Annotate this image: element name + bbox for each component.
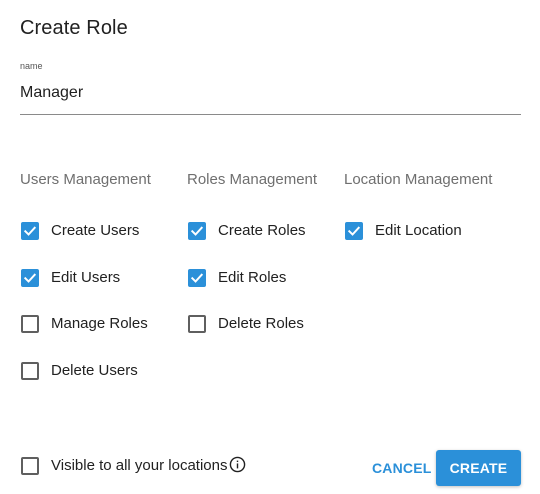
permission-edit-location[interactable]: Edit Location [345,221,462,241]
dialog-title: Create Role [20,17,128,39]
users-management-group: Users Management [20,170,151,190]
name-input[interactable] [20,83,521,103]
info-icon[interactable] [229,456,246,473]
checkbox[interactable] [21,222,39,240]
permission-label: Edit Users [51,269,121,286]
roles-management-group: Roles Management [187,170,317,190]
permission-label: Manage Roles [51,315,148,332]
permission-label: Create Users [51,222,140,239]
checkbox[interactable] [188,269,206,287]
permission-create-roles[interactable]: Create Roles [188,221,306,241]
permission-label: Create Roles [218,222,306,239]
check-icon [23,226,37,236]
permission-manage-roles[interactable]: Manage Roles [21,314,148,334]
permission-label: Delete Users [51,362,138,379]
name-field-label: name [20,61,43,71]
permission-label: Edit Location [375,222,462,239]
permission-create-users[interactable]: Create Users [21,221,139,241]
checkbox[interactable] [21,315,39,333]
permission-delete-roles[interactable]: Delete Roles [188,314,304,334]
check-icon [23,273,37,283]
permission-label: Delete Roles [218,315,304,332]
checkbox[interactable] [188,315,206,333]
check-icon [347,226,361,236]
checkbox[interactable] [188,222,206,240]
cancel-button[interactable]: CANCEL [366,451,438,485]
group-title-location-management: Location Management [344,171,493,188]
permission-delete-users[interactable]: Delete Users [21,361,138,381]
create-button[interactable]: CREATE [436,450,521,486]
check-icon [190,226,204,236]
checkbox[interactable] [21,269,39,287]
check-icon [190,273,204,283]
name-field: name [20,60,521,115]
name-field-underline [20,114,521,115]
checkbox[interactable] [21,457,39,475]
checkbox[interactable] [345,222,363,240]
visible-to-all-locations-label: Visible to all your locations [51,457,228,474]
permission-edit-users[interactable]: Edit Users [21,268,120,288]
checkbox[interactable] [21,362,39,380]
permission-label: Edit Roles [218,269,287,286]
permission-edit-roles[interactable]: Edit Roles [188,268,286,288]
location-management-group: Location Management [344,170,492,190]
group-title-roles-management: Roles Management [187,171,318,188]
visible-to-all-locations-option[interactable]: Visible to all your locations [21,456,246,476]
group-title-users-management: Users Management [20,171,151,188]
